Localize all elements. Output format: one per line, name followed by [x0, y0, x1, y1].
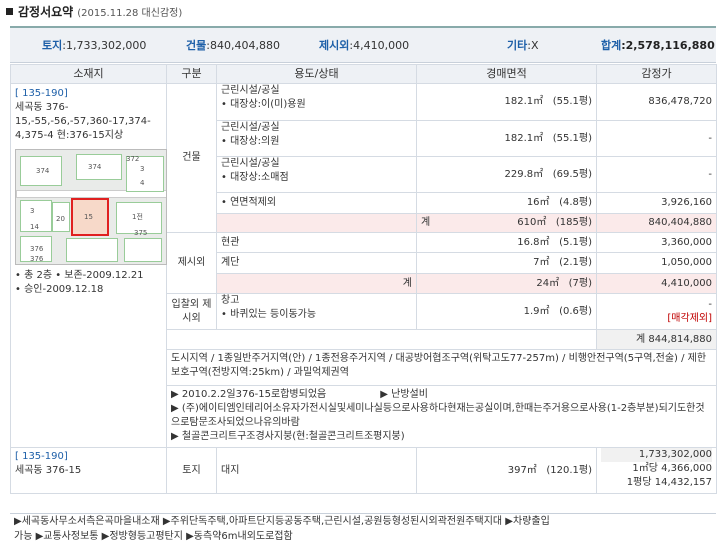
lot-map: 374 374 3 14 20 15 376 376 375 1전 3 4 37… — [15, 149, 167, 265]
map-label: 375 — [134, 229, 148, 237]
map-label: 376 — [30, 255, 44, 263]
area-cell: 182.1㎡ (55.1평) — [416, 83, 597, 121]
summary-exclusion: 제시외:4,410,000 — [319, 39, 410, 52]
map-label: 1전 — [132, 213, 143, 221]
col-use: 용도/상태 — [216, 64, 417, 84]
summary-other: 기타:X — [507, 39, 539, 52]
category-building: 건물 — [166, 83, 217, 233]
price-cell: 3,360,000 — [596, 232, 717, 253]
area-cell: 16㎡ (4.8평) — [416, 192, 597, 214]
area-cell: 397㎡ (120.1평) — [416, 447, 597, 494]
col-area: 경매면적 — [416, 64, 597, 84]
category-exclusion: 제시외 — [166, 232, 217, 294]
use-cell: 창고 • 바퀴있는 등이동가능 — [216, 293, 417, 330]
price-cell: 840,404,880 — [596, 213, 717, 233]
summary-total: 합계:2,578,116,880 — [601, 39, 715, 52]
area-cell: 182.1㎡ (55.1평) — [416, 120, 597, 157]
price-cell: 836,478,720 — [596, 83, 717, 121]
map-label: 3 — [140, 165, 145, 173]
area-cell: 229.8㎡ (69.5평) — [416, 156, 597, 193]
zip-code: [ 135-190] — [15, 88, 68, 99]
map-label: 20 — [56, 215, 65, 223]
title-square-icon — [6, 8, 13, 15]
sale-excluded-badge: [매각제외] — [667, 312, 712, 324]
property-notes: ▶세곡동사무소서측은곡마을내소재 ▶주위단독주택,아파트단지등공동주택,근린시설… — [10, 513, 716, 558]
map-label: 4 — [140, 179, 145, 187]
use-cell: 현관 — [216, 232, 417, 253]
area-cell: 16.8㎡ (5.1평) — [416, 232, 597, 253]
location-address: 세곡동 376-15,-55,-56,-57,360-17,374-4,375-… — [15, 102, 151, 141]
summary-row: 토지:1,733,302,000 건물:840,404,880 제시외:4,41… — [10, 28, 716, 63]
use-cell: • 연면적제외 — [216, 192, 417, 214]
map-label: 15 — [84, 213, 93, 221]
map-label: 14 — [30, 223, 39, 231]
area-cell: 계 610㎡ (185평) — [416, 213, 597, 233]
notes-text: ▶ 2010.2.2일376-15로합병되었음 ▶ 난방설비 ▶ (주)에이티엠… — [166, 385, 717, 448]
table-row: [ 135-190] 세곡동 376-15,-55,-56,-57,360-17… — [10, 83, 717, 448]
area-cell: 7㎡ (2.1평) — [416, 252, 597, 274]
category-included: 입찰외 제시외 — [166, 293, 217, 330]
price-cell: 3,926,160 — [596, 192, 717, 214]
grand-total: 계 844,814,880 — [596, 329, 717, 350]
map-label: 3 — [30, 207, 35, 215]
title-text: 감정서요약 — [18, 5, 74, 19]
location-cell: [ 135-190] 세곡동 376-15,-55,-56,-57,360-17… — [10, 83, 167, 448]
col-location: 소재지 — [10, 64, 167, 84]
col-category: 구분 — [166, 64, 217, 84]
area-cell: 1.9㎡ (0.6평) — [416, 293, 597, 330]
zoning-text: 도시지역 / 1종일반주거지역(안) / 1종전용주거지역 / 대공방어협조구역… — [166, 349, 717, 386]
appraisal-summary: 토지:1,733,302,000 건물:840,404,880 제시외:4,41… — [10, 26, 717, 559]
table-header: 소재지 구분 용도/상태 경매면적 감정가 — [10, 64, 717, 84]
map-label: 372 — [126, 155, 140, 163]
col-price: 감정가 — [596, 64, 717, 84]
use-cell: 계단 — [216, 252, 417, 274]
summary-building: 건물:840,404,880 — [186, 39, 280, 52]
map-block — [66, 238, 118, 262]
land-location: [ 135-190] 세곡동 376-15 — [10, 447, 167, 494]
use-cell: 근린시설/공실 • 대장상:소매점 — [216, 156, 417, 193]
page-title: 감정서요약 (2015.11.28 대신감정) — [6, 4, 182, 20]
use-cell: 근린시설/공실 • 대장상:의원 — [216, 120, 417, 157]
price-cell: 1,733,302,000 1㎡당 4,366,000 1평당 14,432,1… — [596, 447, 717, 494]
use-cell: 근린시설/공실 • 대장상:이(미)용원 — [216, 83, 417, 121]
building-info: • 총 2층 • 보존-2009.12.21 • 승인-2009.12.18 — [15, 270, 144, 295]
appraisal-table: 소재지 구분 용도/상태 경매면적 감정가 [ 135-190] 세곡동 376… — [10, 64, 717, 494]
price-cell: 1,050,000 — [596, 252, 717, 274]
price-cell: - — [596, 156, 717, 193]
use-cell: 대지 — [216, 447, 417, 494]
map-label: 374 — [36, 167, 50, 175]
map-label: 374 — [88, 163, 102, 171]
map-block — [124, 238, 162, 262]
price-cell: 4,410,000 — [596, 273, 717, 294]
price-cell: - — [596, 120, 717, 157]
price-cell: - [매각제외] — [596, 293, 717, 330]
land-row: [ 135-190] 세곡동 376-15 토지 대지 397㎡ (120.1평… — [10, 447, 717, 494]
appraisal-date: (2015.11.28 대신감정) — [77, 8, 183, 19]
summary-land: 토지:1,733,302,000 — [42, 39, 147, 52]
category-land: 토지 — [166, 447, 217, 494]
area-cell: 24㎡ (7평) — [416, 273, 597, 294]
